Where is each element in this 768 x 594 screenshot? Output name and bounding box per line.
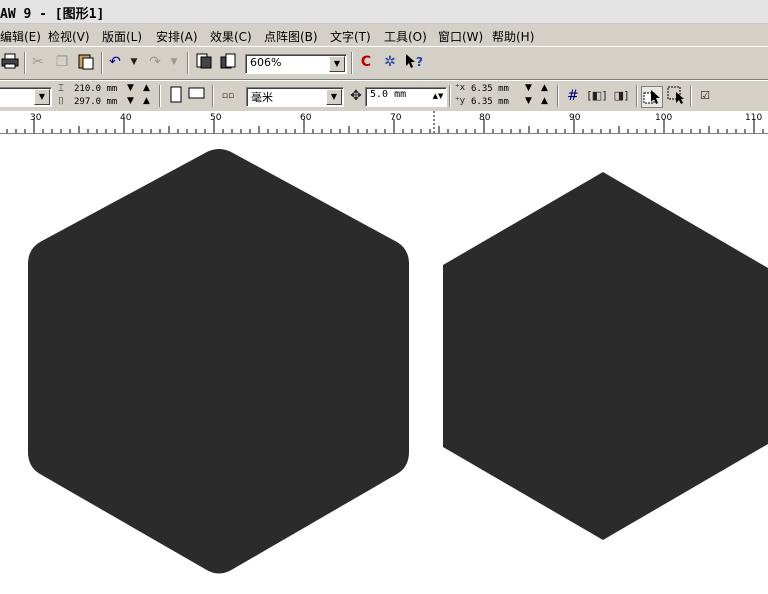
toolbar-separator bbox=[187, 52, 189, 74]
menu-tools[interactable]: 工具(O) bbox=[384, 28, 427, 45]
page-layout-icon[interactable]: ▫▫ bbox=[218, 86, 238, 106]
export-icon[interactable] bbox=[218, 52, 238, 72]
copy-icon[interactable]: ❐ bbox=[52, 52, 72, 72]
paste-icon[interactable] bbox=[76, 52, 96, 72]
height-down-icon[interactable]: ▼ bbox=[127, 96, 134, 106]
ruler-label: 90 bbox=[569, 113, 581, 123]
options-icon[interactable]: ☑ bbox=[695, 86, 715, 106]
dup-y-down-icon[interactable]: ▼ bbox=[525, 96, 532, 106]
menu-bitmaps[interactable]: 点阵图(B) bbox=[264, 28, 318, 45]
undo-dropdown-icon[interactable]: ▼ bbox=[124, 52, 144, 72]
menu-bar: 编辑(E) 检视(V) 版面(L) 安排(A) 效果(C) 点阵图(B) 文字(… bbox=[0, 24, 768, 46]
height-up-icon[interactable]: ▲ bbox=[143, 96, 150, 106]
snap-to-objects-icon[interactable]: ◨] bbox=[611, 86, 631, 106]
nudge-input[interactable]: 5.0 mm ▲▼ bbox=[365, 87, 447, 107]
toolbar-separator bbox=[24, 52, 26, 74]
width-up-icon[interactable]: ▲ bbox=[143, 83, 150, 93]
portrait-icon[interactable] bbox=[166, 86, 186, 106]
redo-icon[interactable]: ↷ bbox=[145, 52, 165, 72]
dup-y-up-icon[interactable]: ▲ bbox=[541, 96, 548, 106]
drawing-canvas[interactable] bbox=[0, 134, 768, 594]
cut-icon[interactable]: ✂ bbox=[28, 52, 48, 72]
svg-text:?: ? bbox=[416, 55, 423, 69]
ruler-label: 30 bbox=[30, 113, 42, 123]
window-title: AW 9 - [图形1] bbox=[0, 7, 105, 22]
toolbar-separator bbox=[101, 52, 103, 74]
title-bar: AW 9 - [图形1] bbox=[0, 0, 768, 24]
landscape-icon[interactable] bbox=[187, 86, 207, 106]
grid-icon[interactable]: # bbox=[563, 86, 583, 106]
menu-view[interactable]: 检视(V) bbox=[48, 28, 90, 45]
page-width-value[interactable]: 210.0 mm bbox=[74, 84, 117, 94]
whats-this-help-icon[interactable]: ? bbox=[404, 52, 424, 72]
dup-x-down-icon[interactable]: ▼ bbox=[525, 83, 532, 93]
duplicate-x-value[interactable]: 6.35 mm bbox=[471, 84, 509, 94]
duplicate-y-value[interactable]: 6.35 mm bbox=[471, 97, 509, 107]
menu-edit[interactable]: 编辑(E) bbox=[0, 28, 41, 45]
sharp-hexagon[interactable] bbox=[443, 172, 768, 540]
nudge-icon: ✥ bbox=[350, 88, 362, 104]
menu-help[interactable]: 帮助(H) bbox=[492, 28, 534, 45]
corel-online-icon[interactable]: ✲ bbox=[380, 52, 400, 72]
page-width-icon: ⌶ bbox=[58, 83, 64, 94]
toolbar-separator bbox=[690, 85, 692, 107]
chevron-down-icon[interactable]: ▼ bbox=[326, 89, 342, 105]
nudge-value: 5.0 mm bbox=[370, 89, 407, 100]
toolbar-separator bbox=[449, 85, 451, 107]
property-bar: ▼ ⌶ ⌷ 210.0 mm 297.0 mm ▼ ▲ ▼ ▲ ▫▫ 毫米 ▼ … bbox=[0, 80, 768, 112]
menu-text[interactable]: 文字(T) bbox=[330, 28, 371, 45]
toolbar-separator bbox=[159, 85, 161, 107]
menu-effects[interactable]: 效果(C) bbox=[210, 28, 252, 45]
ruler-label: 60 bbox=[300, 113, 312, 123]
ruler-ticks bbox=[6, 111, 764, 133]
duplicate-y-icon: ⁺y bbox=[454, 96, 466, 106]
undo-icon[interactable]: ↶ bbox=[105, 52, 125, 72]
rounded-hexagon[interactable] bbox=[28, 149, 409, 574]
toolbar-separator bbox=[351, 52, 353, 74]
page-height-icon: ⌷ bbox=[58, 96, 64, 107]
draw-objects-icon[interactable] bbox=[666, 86, 686, 106]
duplicate-x-icon: ⁺x bbox=[454, 83, 466, 93]
page-height-value[interactable]: 297.0 mm bbox=[74, 97, 117, 107]
drawing-svg bbox=[28, 149, 768, 574]
menu-arrange[interactable]: 安排(A) bbox=[156, 28, 198, 45]
zoom-select[interactable]: 606% ▼ bbox=[245, 54, 347, 74]
ruler-label: 100 bbox=[655, 113, 673, 123]
units-select[interactable]: 毫米 ▼ bbox=[246, 87, 344, 107]
menu-window[interactable]: 窗口(W) bbox=[438, 28, 483, 45]
ruler-label: 40 bbox=[120, 113, 132, 123]
treat-as-filled-icon[interactable] bbox=[641, 86, 663, 108]
nudge-spin-icon[interactable]: ▲▼ bbox=[431, 89, 445, 103]
chevron-down-icon[interactable]: ▼ bbox=[329, 56, 345, 72]
standard-toolbar: ✂ ❐ ↶ ▼ ↷ ▼ 606% ▼ C ✲ ? bbox=[0, 46, 768, 80]
toolbar-separator bbox=[636, 85, 638, 107]
toolbar-separator bbox=[212, 85, 214, 107]
redo-dropdown-icon[interactable]: ▼ bbox=[164, 52, 184, 72]
ruler-label: 50 bbox=[210, 113, 222, 123]
horizontal-ruler[interactable]: 30 40 50 60 70 80 90 100 110 bbox=[0, 111, 768, 134]
ruler-label: 110 bbox=[745, 113, 763, 123]
print-icon[interactable] bbox=[0, 52, 20, 72]
zoom-value: 606% bbox=[250, 56, 282, 69]
import-icon[interactable] bbox=[194, 52, 214, 72]
paper-type-select[interactable]: ▼ bbox=[0, 87, 52, 107]
ruler-label: 80 bbox=[479, 113, 491, 123]
chevron-down-icon[interactable]: ▼ bbox=[34, 89, 50, 105]
application-launcher-icon[interactable]: C bbox=[356, 52, 376, 72]
width-down-icon[interactable]: ▼ bbox=[127, 83, 134, 93]
menu-layout[interactable]: 版面(L) bbox=[102, 28, 142, 45]
units-value: 毫米 bbox=[251, 91, 273, 104]
ruler-label: 70 bbox=[390, 113, 402, 123]
toolbar-separator bbox=[557, 85, 559, 107]
dup-x-up-icon[interactable]: ▲ bbox=[541, 83, 548, 93]
snap-to-guidelines-icon[interactable]: [◧] bbox=[587, 86, 607, 106]
